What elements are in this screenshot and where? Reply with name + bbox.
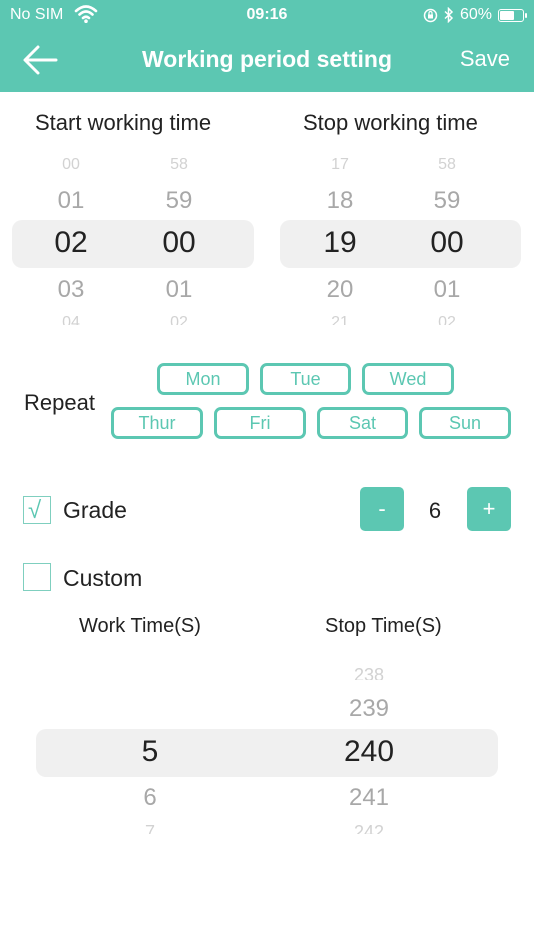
- work-time-selected: 5: [141, 735, 159, 768]
- picker-value: 241: [348, 784, 390, 811]
- repeat-label: Repeat: [24, 390, 95, 415]
- stop-hour-selected: 19: [323, 226, 357, 259]
- custom-checkbox[interactable]: [23, 563, 51, 591]
- start-minute-wheel[interactable]: 58 59 00 01 02: [138, 157, 220, 325]
- orientation-lock-icon: [423, 8, 438, 22]
- picker-value: 58: [170, 157, 188, 169]
- work-time-wheel[interactable]: 5 6 7: [100, 660, 200, 840]
- picker-value: 59: [433, 187, 461, 214]
- day-toggle-fri[interactable]: Fri: [214, 407, 306, 439]
- picker-value: 20: [326, 276, 354, 303]
- day-toggle-tue[interactable]: Tue: [260, 363, 351, 395]
- custom-time-picker[interactable]: 5 6 7 238 239 240 241 242: [36, 660, 498, 840]
- day-toggle-thur[interactable]: Thur: [111, 407, 203, 439]
- grade-value: 6: [428, 498, 442, 523]
- picker-value: 18: [326, 187, 354, 214]
- grade-decrement-button[interactable]: -: [360, 487, 404, 531]
- picker-value: 59: [165, 187, 193, 214]
- save-button[interactable]: Save: [460, 46, 510, 72]
- page-title: Working period setting: [141, 46, 393, 72]
- picker-value: 238: [353, 666, 385, 680]
- picker-value: 239: [348, 695, 390, 722]
- day-toggle-wed[interactable]: Wed: [362, 363, 454, 395]
- battery-icon: [498, 8, 527, 22]
- picker-value: 02: [170, 315, 188, 325]
- grade-increment-button[interactable]: +: [467, 487, 511, 531]
- picker-value: 21: [331, 315, 349, 325]
- start-working-time-label: Start working time: [35, 110, 212, 135]
- picker-value: 02: [438, 315, 456, 325]
- picker-value: 03: [57, 276, 85, 303]
- stop-minute-wheel[interactable]: 58 59 00 01 02: [405, 157, 489, 325]
- start-hour-selected: 02: [54, 226, 88, 259]
- battery-percent: 60%: [459, 6, 492, 23]
- bluetooth-icon: [444, 7, 454, 23]
- grade-label: Grade: [63, 497, 127, 523]
- start-time-picker[interactable]: 00 01 02 03 04 58 59 00 01 02: [12, 157, 254, 325]
- stop-hour-wheel[interactable]: 17 18 19 20 21: [298, 157, 382, 325]
- stop-minute-selected: 00: [430, 226, 464, 259]
- status-right-group: 60%: [423, 6, 527, 24]
- back-arrow-icon[interactable]: [20, 42, 60, 78]
- check-mark-icon: √: [28, 497, 42, 524]
- day-toggle-sat[interactable]: Sat: [317, 407, 408, 439]
- stop-time-label: Stop Time(S): [325, 615, 442, 637]
- picker-value: 58: [438, 157, 456, 169]
- picker-value: 01: [57, 187, 85, 214]
- stop-time-selected: 240: [343, 735, 395, 768]
- battery-fill: [500, 10, 515, 20]
- day-toggle-mon[interactable]: Mon: [157, 363, 249, 395]
- day-toggle-sun[interactable]: Sun: [419, 407, 511, 439]
- work-time-label: Work Time(S): [79, 615, 201, 637]
- picker-value: 01: [165, 276, 193, 303]
- stop-time-picker[interactable]: 17 18 19 20 21 58 59 00 01 02: [280, 157, 521, 325]
- start-hour-wheel[interactable]: 00 01 02 03 04: [30, 157, 112, 325]
- picker-value: 7: [144, 823, 155, 834]
- picker-value: 01: [433, 276, 461, 303]
- picker-value: 00: [62, 157, 80, 169]
- stop-working-time-label: Stop working time: [303, 110, 478, 135]
- custom-label: Custom: [63, 565, 143, 591]
- grade-checkbox[interactable]: √: [23, 496, 51, 524]
- status-bar: No SIM 09:16 60%: [0, 0, 534, 32]
- picker-value: 242: [353, 823, 385, 834]
- picker-value: 6: [143, 784, 157, 811]
- picker-value: 04: [62, 315, 80, 325]
- stop-time-wheel[interactable]: 238 239 240 241 242: [319, 660, 419, 840]
- header-bar: No SIM 09:16 60% Working period setting …: [0, 0, 534, 92]
- picker-value: [100, 666, 200, 680]
- start-minute-selected: 00: [162, 226, 196, 259]
- picker-value: 17: [331, 157, 349, 169]
